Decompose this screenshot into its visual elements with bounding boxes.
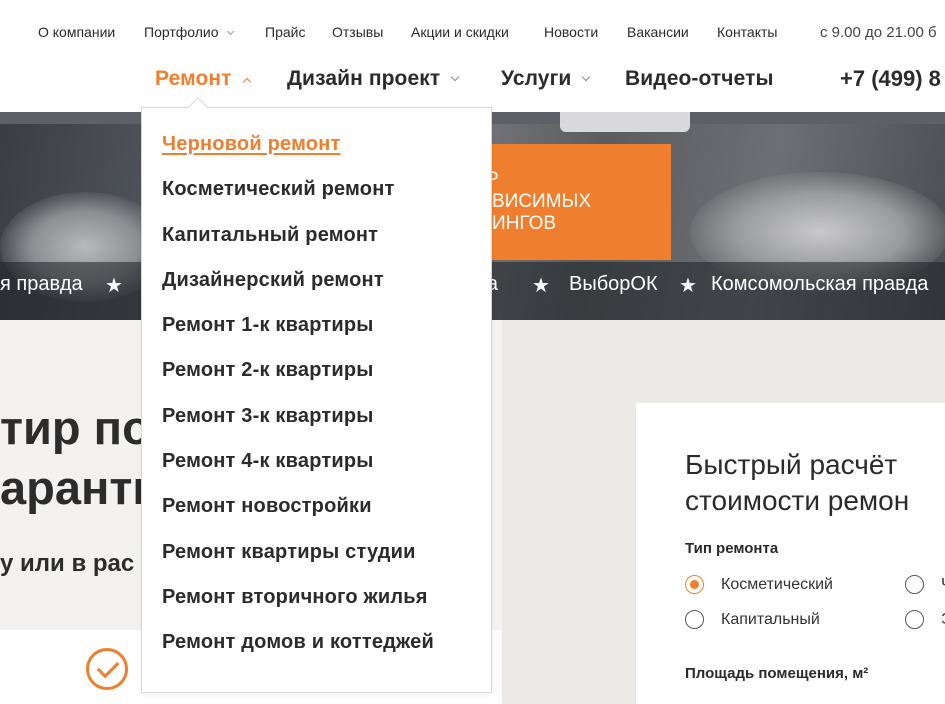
area-label: Площадь помещения, м² [685,665,869,682]
nav-link-portfolio-label: Портфолио [144,24,219,40]
radio-capital-label[interactable]: Капитальный [721,611,820,629]
form-title: Быстрый расчёт стоимости ремон [685,447,909,519]
dropdown-item-designer-repair[interactable]: Дизайнерский ремонт [162,269,384,292]
headline-line-2: аранти [0,461,162,514]
nav-link-about[interactable]: О компании [38,24,115,40]
dropdown-item-secondary-housing[interactable]: Ремонт вторичного жилья [162,586,428,609]
nav-link-news[interactable]: Новости [544,24,598,40]
repair-type-label: Тип ремонта [685,540,779,557]
ticker-item: я правда [0,273,83,295]
radio-elite[interactable] [905,610,924,629]
chevron-down-icon [226,27,234,36]
main-nav-design-label: Дизайн проект [287,67,441,90]
nav-link-reviews[interactable]: Отзывы [332,24,383,40]
nav-link-portfolio[interactable]: Портфолио [144,24,234,40]
radio-rough[interactable] [905,575,924,594]
main-nav-repair-label: Ремонт [155,67,232,90]
quick-estimate-form: Быстрый расчёт стоимости ремон Тип ремон… [636,403,945,704]
main-nav-services-label: Услуги [501,67,572,90]
chevron-up-icon [242,77,251,87]
ticker-item: Комсомольская правда [711,273,929,295]
phone-number[interactable]: +7 (499) 8 [840,66,941,92]
star-icon: ★ [679,275,697,297]
dropdown-item-4-room[interactable]: Ремонт 4-к квартиры [162,450,374,473]
nav-link-price[interactable]: Прайс [265,24,305,40]
headline-line-1: тир по [0,401,151,454]
rating-banner-line-3: ИНГОВ [492,213,557,234]
rating-banner-line-2: ВИСИМЫХ [492,191,592,212]
header: О компании Портфолио Прайс Отзывы Акции … [0,0,945,112]
radio-elite-label[interactable]: Э [941,611,945,629]
dropdown-item-3-room[interactable]: Ремонт 3-к квартиры [162,405,374,428]
dropdown-item-rough-repair[interactable]: Черновой ремонт [162,133,341,156]
star-icon: ★ [532,275,550,297]
form-title-line-1: Быстрый расчёт [685,449,898,480]
rating-banner[interactable]: Р ВИСИМЫХ ИНГОВ [470,144,671,260]
radio-rough-label[interactable]: Ч [941,576,945,594]
page-subheadline: у или в рас [0,550,135,577]
main-nav-services[interactable]: Услуги [501,67,591,91]
chevron-down-icon [582,72,591,82]
working-hours: с 9.00 до 21.00 б [820,24,937,41]
main-nav-repair[interactable]: Ремонт [155,67,251,91]
dropdown-item-houses-cottages[interactable]: Ремонт домов и коттеджей [162,631,434,654]
repair-dropdown-menu: Черновой ремонт Косметический ремонт Кап… [141,97,492,693]
radio-capital[interactable] [685,610,704,629]
dropdown-item-2-room[interactable]: Ремонт 2-к квартиры [162,359,374,382]
nav-link-promotions[interactable]: Акции и скидки [411,24,509,40]
ticker-item: ВыборОК [569,273,658,295]
dropdown-item-1-room[interactable]: Ремонт 1-к квартиры [162,314,374,337]
nav-link-vacancies[interactable]: Вакансии [627,24,689,40]
check-circle-icon [86,648,128,690]
main-nav-video-reports[interactable]: Видео-отчеты [625,67,774,91]
dropdown-item-new-building[interactable]: Ремонт новостройки [162,495,372,518]
main-nav-design[interactable]: Дизайн проект [287,67,460,91]
radio-cosmetic[interactable] [685,575,704,594]
nav-link-contacts[interactable]: Контакты [717,24,777,40]
form-title-line-2: стоимости ремон [685,485,910,516]
page-headline: тир по аранти [0,398,161,518]
chevron-down-icon [451,72,460,82]
dropdown-item-capital-repair[interactable]: Капитальный ремонт [162,224,378,247]
star-icon: ★ [105,275,123,297]
radio-cosmetic-label[interactable]: Косметический [721,576,833,594]
dropdown-item-cosmetic-repair[interactable]: Косметический ремонт [162,178,394,201]
dropdown-item-studio[interactable]: Ремонт квартиры студии [162,541,416,564]
hero-lamp [560,112,690,132]
